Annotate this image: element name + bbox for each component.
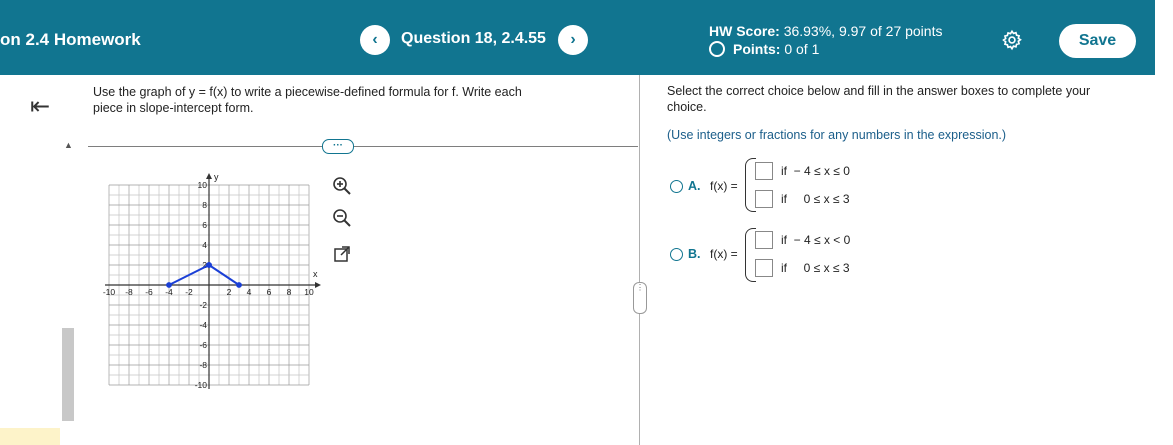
x-tick-label: 8 — [287, 287, 292, 297]
choice-a-answer-box-2[interactable] — [755, 190, 773, 208]
collapse-left-icon[interactable]: ⇤ — [30, 92, 50, 121]
x-tick-label: -8 — [125, 287, 133, 297]
pane-resize-handle[interactable]: ⋮ — [633, 282, 647, 314]
hw-score: HW Score: 36.93%, 9.97 of 27 points — [709, 23, 942, 39]
x-axis-arrow — [315, 282, 321, 288]
choice-b-answer-box-1[interactable] — [755, 231, 773, 249]
divider-line — [88, 146, 638, 147]
x-tick-label: -2 — [185, 287, 193, 297]
gear-icon[interactable] — [1001, 29, 1023, 51]
previous-question-button[interactable]: ‹ — [360, 25, 390, 55]
closed-endpoint — [166, 282, 172, 288]
assignment-title: on 2.4 Homework — [0, 30, 141, 49]
x-axis-label: x — [313, 269, 318, 279]
y-tick-label: 6 — [202, 220, 207, 230]
question-title: Question 18, 2.4.55 — [401, 30, 546, 47]
more-options-button[interactable]: ··· — [322, 139, 354, 154]
choice-a-condition-2: if 0 ≤ x ≤ 3 — [781, 192, 850, 206]
choice-b-condition-2: if 0 ≤ x ≤ 3 — [781, 261, 850, 275]
choice-b-condition-1: if − 4 ≤ x < 0 — [781, 233, 851, 247]
status-strip — [0, 428, 60, 445]
y-tick-label: -4 — [199, 320, 207, 330]
closed-endpoint — [236, 282, 242, 288]
choice-b-answer-box-2[interactable] — [755, 259, 773, 277]
y-tick-label: -10 — [195, 380, 208, 390]
x-tick-label: 4 — [247, 287, 252, 297]
hw-score-label: HW Score: — [709, 23, 780, 39]
top-bar: on 2.4 Homework ‹ Question 18, 2.4.55 › … — [0, 0, 1155, 75]
points-status-icon — [709, 41, 725, 57]
y-tick-label: 4 — [202, 240, 207, 250]
hw-score-value: 36.93%, 9.97 of 27 points — [783, 23, 943, 39]
choice-a-answer-box-1[interactable] — [755, 162, 773, 180]
save-button[interactable]: Save — [1059, 24, 1136, 58]
points-label: Points: — [733, 41, 781, 57]
choice-a-radio[interactable] — [670, 180, 683, 193]
points-status: Points: 0 of 1 — [709, 41, 819, 57]
y-axis-label: y — [214, 172, 219, 182]
choice-a-label: A. — [688, 179, 701, 193]
y-tick-label: -8 — [199, 360, 207, 370]
choice-a-fx: f(x) = — [710, 179, 738, 193]
scroll-up-icon[interactable]: ▲ — [64, 140, 73, 150]
y-tick-label: 10 — [198, 180, 208, 190]
question-prompt: Use the graph of y = f(x) to write a pie… — [93, 85, 522, 115]
choice-b-label: B. — [688, 247, 701, 261]
zoom-out-icon[interactable] — [332, 208, 352, 228]
x-tick-label: -6 — [145, 287, 153, 297]
points-value: 0 of 1 — [784, 41, 820, 57]
choice-a-condition-1: if − 4 ≤ x ≤ 0 — [781, 164, 850, 178]
function-graph: xy-10 -8 -6 -4 -2 2 4 6 8 10108642-2-4-6-8-10 — [103, 172, 321, 390]
x-tick-label: 2 — [227, 287, 232, 297]
hint-note: (Use integers or fractions for any numbe… — [667, 128, 1007, 142]
scrollbar-thumb[interactable] — [62, 328, 74, 421]
y-axis-arrow — [206, 173, 212, 179]
y-tick-label: -6 — [199, 340, 207, 350]
instruction-text: Select the correct choice below and fill… — [667, 84, 1091, 114]
y-tick-label: 8 — [202, 200, 207, 210]
left-scrollbar[interactable]: ▲ — [60, 140, 74, 445]
next-question-button[interactable]: › — [558, 25, 588, 55]
pane-divider — [639, 75, 640, 445]
x-tick-label: 10 — [304, 287, 314, 297]
x-tick-label: -4 — [165, 287, 173, 297]
choice-b-radio[interactable] — [670, 248, 683, 261]
x-tick-label: -10 — [103, 287, 116, 297]
closed-endpoint — [206, 262, 212, 268]
y-tick-label: -2 — [199, 300, 207, 310]
open-external-icon[interactable] — [332, 244, 352, 264]
x-tick-label: 6 — [267, 287, 272, 297]
choice-b-fx: f(x) = — [710, 247, 738, 261]
top-bar-gap — [1155, 0, 1173, 75]
zoom-in-icon[interactable] — [332, 176, 352, 196]
